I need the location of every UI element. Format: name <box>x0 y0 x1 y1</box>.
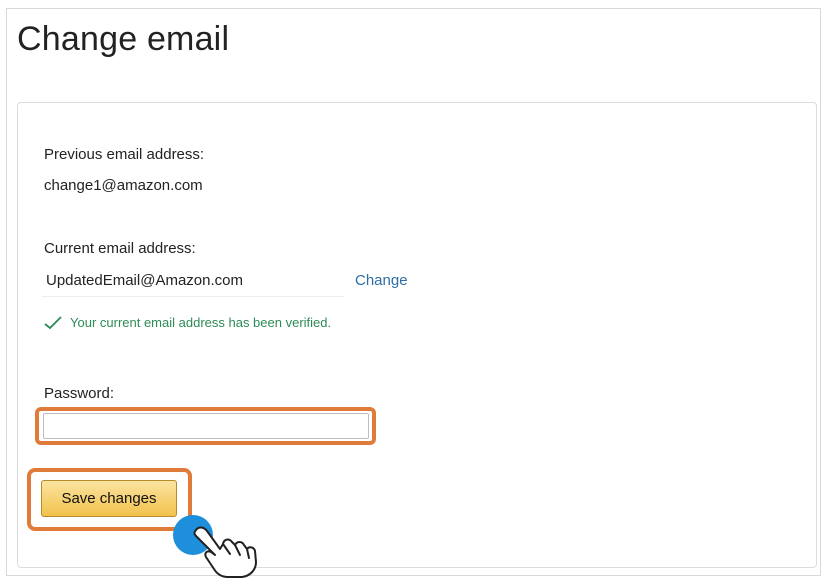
current-email-label: Current email address: <box>44 240 196 257</box>
save-changes-button[interactable]: Save changes <box>41 480 177 517</box>
current-email-field: UpdatedEmail@Amazon.com <box>42 267 344 297</box>
change-email-link[interactable]: Change <box>355 272 408 289</box>
previous-email-value: change1@amazon.com <box>44 177 203 194</box>
hand-pointer-icon <box>193 526 257 578</box>
password-label: Password: <box>44 385 115 402</box>
current-email-value: UpdatedEmail@Amazon.com <box>46 272 243 289</box>
verified-text: Your current email address has been veri… <box>70 315 332 330</box>
verified-message: Your current email address has been veri… <box>44 315 331 330</box>
checkmark-icon <box>44 315 62 329</box>
previous-email-label: Previous email address: <box>44 146 205 163</box>
page-title: Change email <box>17 20 230 58</box>
password-input[interactable] <box>43 413 369 439</box>
